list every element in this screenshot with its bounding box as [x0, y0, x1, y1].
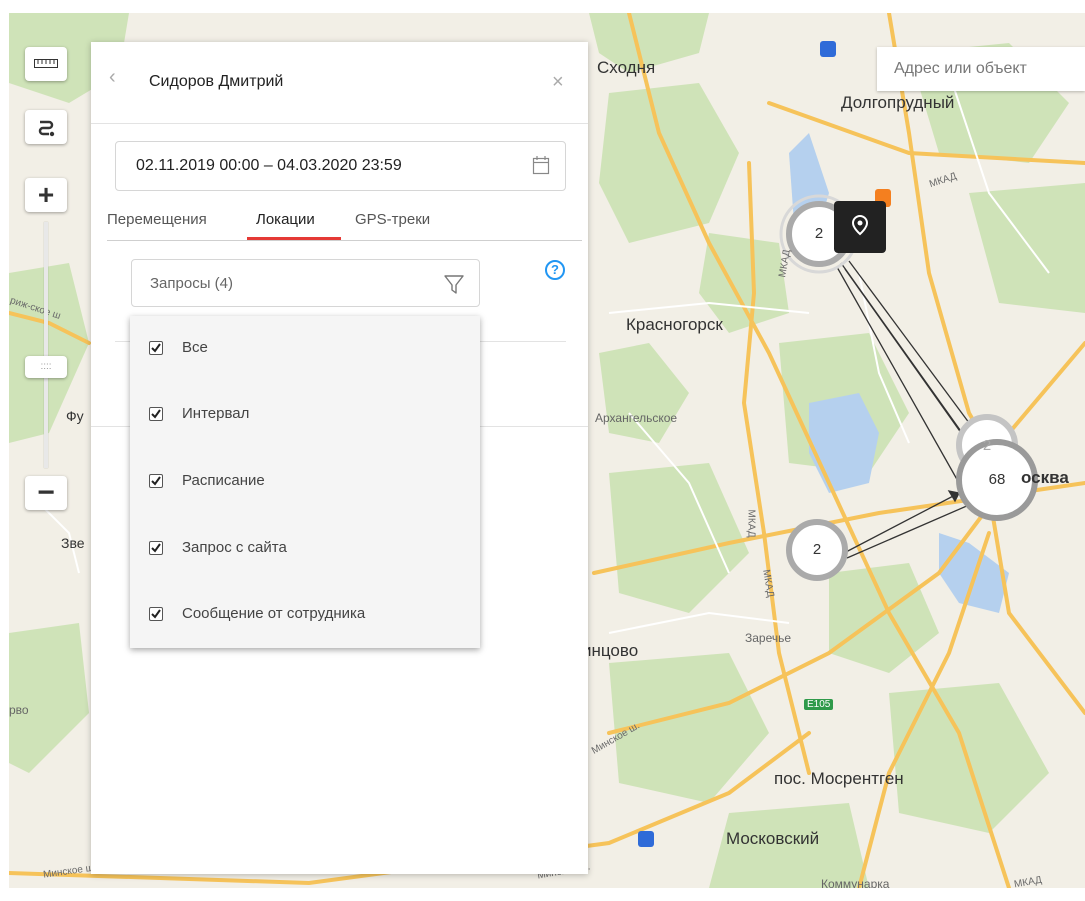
filter-option-schedule[interactable]: Расписание — [130, 462, 480, 502]
checkbox[interactable] — [149, 407, 163, 421]
panel-title: Сидоров Дмитрий — [149, 73, 284, 90]
cluster-count[interactable]: 2 — [807, 225, 831, 242]
tab-locations[interactable]: Локации — [256, 211, 315, 228]
checkbox[interactable] — [149, 341, 163, 355]
requests-filter-dropdown: Все Интервал Расписание Запрос с сайта С… — [130, 316, 480, 648]
map-label-krasnogorsk: Красногорск — [626, 315, 723, 334]
panel-header: ‹ Сидоров Дмитрий × — [91, 42, 588, 124]
checkmark-icon — [151, 409, 161, 419]
filter-option-label: Интервал — [182, 405, 250, 422]
help-icon[interactable]: ? — [545, 260, 565, 280]
checkmark-icon — [151, 476, 161, 486]
zoom-out-button[interactable]: − — [25, 476, 67, 510]
map-label-mosrentgen: пос. Мосрентген — [774, 769, 904, 788]
filter-option-all[interactable]: Все — [130, 329, 480, 369]
filter-option-label: Запрос с сайта — [182, 539, 287, 556]
map-label-zve: Зве — [61, 535, 85, 551]
requests-filter-select[interactable]: Запросы (4) — [131, 259, 480, 307]
map-label-fu: Фу — [66, 408, 84, 424]
checkmark-icon — [151, 609, 161, 619]
filter-icon — [444, 275, 464, 294]
address-search-input[interactable]: Адрес или объект — [877, 47, 1085, 91]
map-label-rvo: рво — [9, 703, 29, 717]
tab-movements[interactable]: Перемещения — [107, 211, 207, 228]
checkmark-icon — [151, 543, 161, 553]
filter-select-label: Запросы (4) — [150, 275, 233, 292]
road-label: МКАД — [745, 509, 757, 538]
panel-tabs: Перемещения Локации GPS-треки — [107, 208, 582, 241]
tab-gps-tracks[interactable]: GPS-треки — [355, 211, 430, 228]
zoom-in-button[interactable]: + — [25, 178, 67, 212]
cluster-count[interactable]: 2 — [805, 541, 829, 558]
map-label-odintsovo: инцово — [582, 641, 639, 660]
minus-icon: − — [37, 476, 55, 509]
app-frame: Сходня Долгопрудный Красногорск Архангел… — [0, 0, 1085, 901]
map-label-moskovsky: Московский — [726, 829, 820, 848]
route-button[interactable] — [25, 110, 67, 144]
map-label-moskva: осква — [1021, 468, 1069, 487]
map-label-zarechye: Заречье — [745, 631, 792, 645]
route-icon — [38, 120, 55, 137]
filter-option-label: Сообщение от сотрудника — [182, 605, 366, 622]
zoom-slider-handle[interactable]: :::: — [25, 356, 67, 378]
location-pin-icon — [851, 214, 869, 236]
plus-icon: + — [37, 179, 55, 210]
active-tab-indicator — [247, 237, 341, 240]
ruler-icon — [34, 59, 58, 68]
cluster-count[interactable]: 2 — [975, 437, 999, 454]
selected-location-pin[interactable] — [834, 201, 886, 253]
filter-option-label: Расписание — [182, 472, 265, 489]
date-range-field[interactable]: 02.11.2019 00:00 – 04.03.2020 23:59 — [115, 141, 566, 191]
map-label-arkhangelskoe: Архангельское — [595, 411, 678, 425]
back-arrow-icon[interactable]: ‹ — [109, 66, 116, 89]
checkbox[interactable] — [149, 607, 163, 621]
filter-option-site-request[interactable]: Запрос с сайта — [130, 529, 480, 569]
close-icon[interactable]: × — [552, 71, 564, 94]
checkmark-icon — [151, 343, 161, 353]
calendar-icon[interactable] — [532, 155, 550, 175]
map-label-kommunarka: Коммунарка — [821, 877, 890, 888]
filter-option-label: Все — [182, 339, 208, 356]
road-label: E105 — [804, 699, 834, 710]
map-label-dolgoprudny: Долгопрудный — [841, 93, 955, 112]
checkbox[interactable] — [149, 474, 163, 488]
map-label-skhodnya: Сходня — [597, 58, 656, 77]
date-range-value: 02.11.2019 00:00 – 04.03.2020 23:59 — [136, 157, 402, 174]
ruler-button[interactable] — [25, 47, 67, 81]
filter-option-employee-message[interactable]: Сообщение от сотрудника — [130, 595, 480, 635]
zoom-slider-track[interactable] — [44, 222, 48, 468]
filter-option-interval[interactable]: Интервал — [130, 395, 480, 435]
cluster-count[interactable]: 68 — [981, 471, 1013, 488]
checkbox[interactable] — [149, 541, 163, 555]
